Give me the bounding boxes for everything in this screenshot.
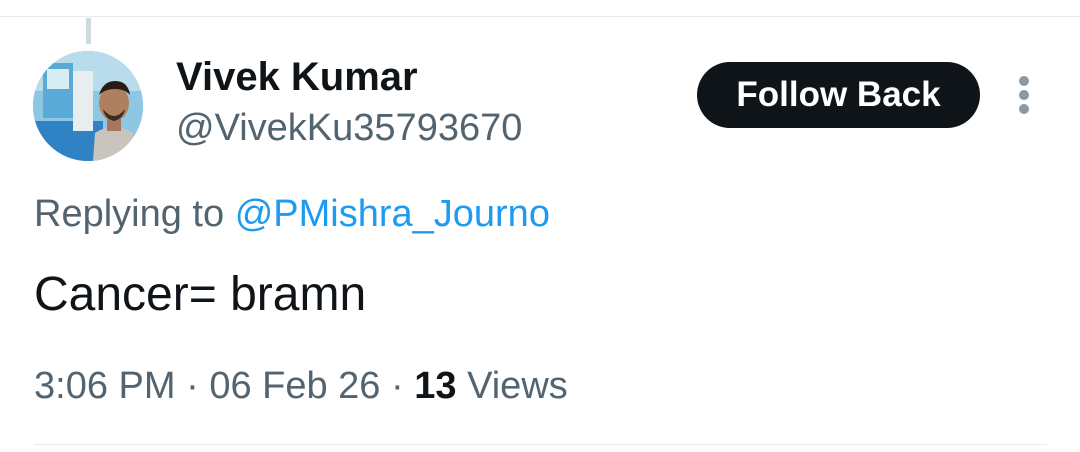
tweet-date[interactable]: 06 Feb 26 [209,365,380,407]
tweet-meta: 3:06 PM · 06 Feb 26 · 13 Views [34,362,568,410]
thread-connector-line [86,18,91,44]
views-count: 13 [414,365,457,407]
tweet-text: Cancer= bramn [34,268,367,321]
more-vertical-icon-dot [1019,76,1029,86]
reply-mention-link[interactable]: @PMishra_Journo [235,193,550,235]
tweet-time[interactable]: 3:06 PM [34,365,176,407]
bottom-divider [34,444,1047,445]
meta-separator: · [186,365,199,407]
more-vertical-icon-dot [1019,90,1029,100]
author-handle[interactable]: @VivekKu35793670 [176,104,522,152]
replying-to-line: Replying to @PMishra_Journo [34,190,550,238]
top-divider [0,16,1080,17]
follow-back-button[interactable]: Follow Back [697,62,980,128]
meta-separator: · [391,365,404,407]
more-options-button[interactable] [1004,70,1044,120]
avatar[interactable] [33,51,143,161]
profile-photo-icon [33,51,143,161]
replying-to-label: Replying to [34,193,225,235]
more-vertical-icon-dot [1019,104,1029,114]
views-label: Views [467,365,568,407]
author-display-name[interactable]: Vivek Kumar [176,52,418,102]
